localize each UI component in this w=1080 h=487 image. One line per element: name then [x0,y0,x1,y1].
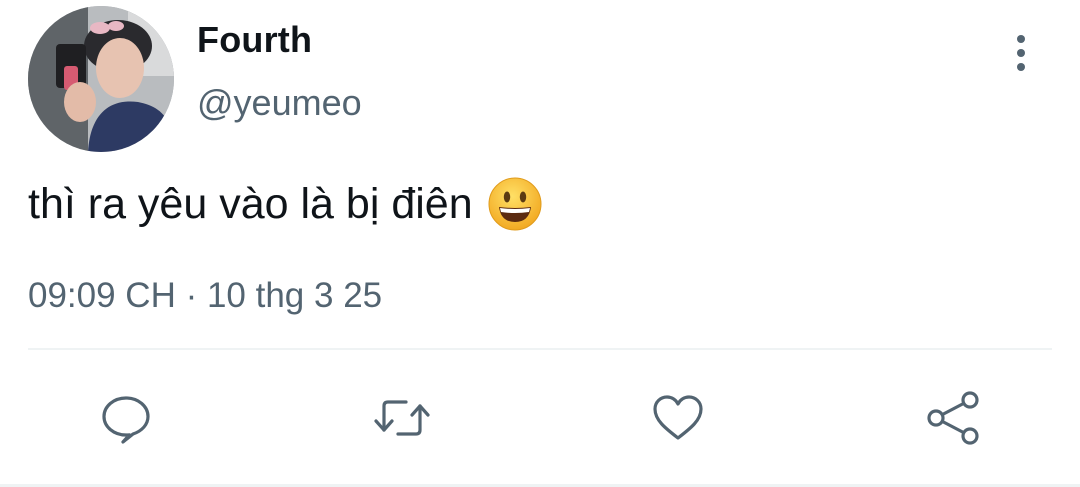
more-options-button[interactable] [1004,30,1038,76]
more-vertical-icon-dot-3 [1017,63,1025,71]
tweet-card: Fourth @yeumeo thì ra yêu vào là bị điên… [0,0,1080,487]
more-vertical-icon [1017,35,1025,43]
share-icon [927,391,979,445]
grinning-face-emoji-icon [488,177,542,231]
retweet-button[interactable] [372,388,432,448]
avatar[interactable] [28,6,174,152]
reply-button[interactable] [96,388,156,448]
more-vertical-icon-dot-2 [1017,49,1025,57]
display-name[interactable]: Fourth [197,19,312,61]
tweet-timestamp[interactable]: 09:09 CH · 10 thg 3 25 [28,276,382,316]
user-handle[interactable]: @yeumeo [197,82,362,124]
reply-icon [102,396,150,444]
retweet-icon [374,400,430,436]
like-button[interactable] [648,388,708,448]
tweet-text-content: thì ra yêu vào là bị điên [28,179,473,228]
share-button[interactable] [924,388,984,448]
divider [28,348,1052,350]
tweet-text: thì ra yêu vào là bị điên [28,176,543,232]
avatar-photo-icon [28,6,174,152]
heart-icon [653,395,703,440]
